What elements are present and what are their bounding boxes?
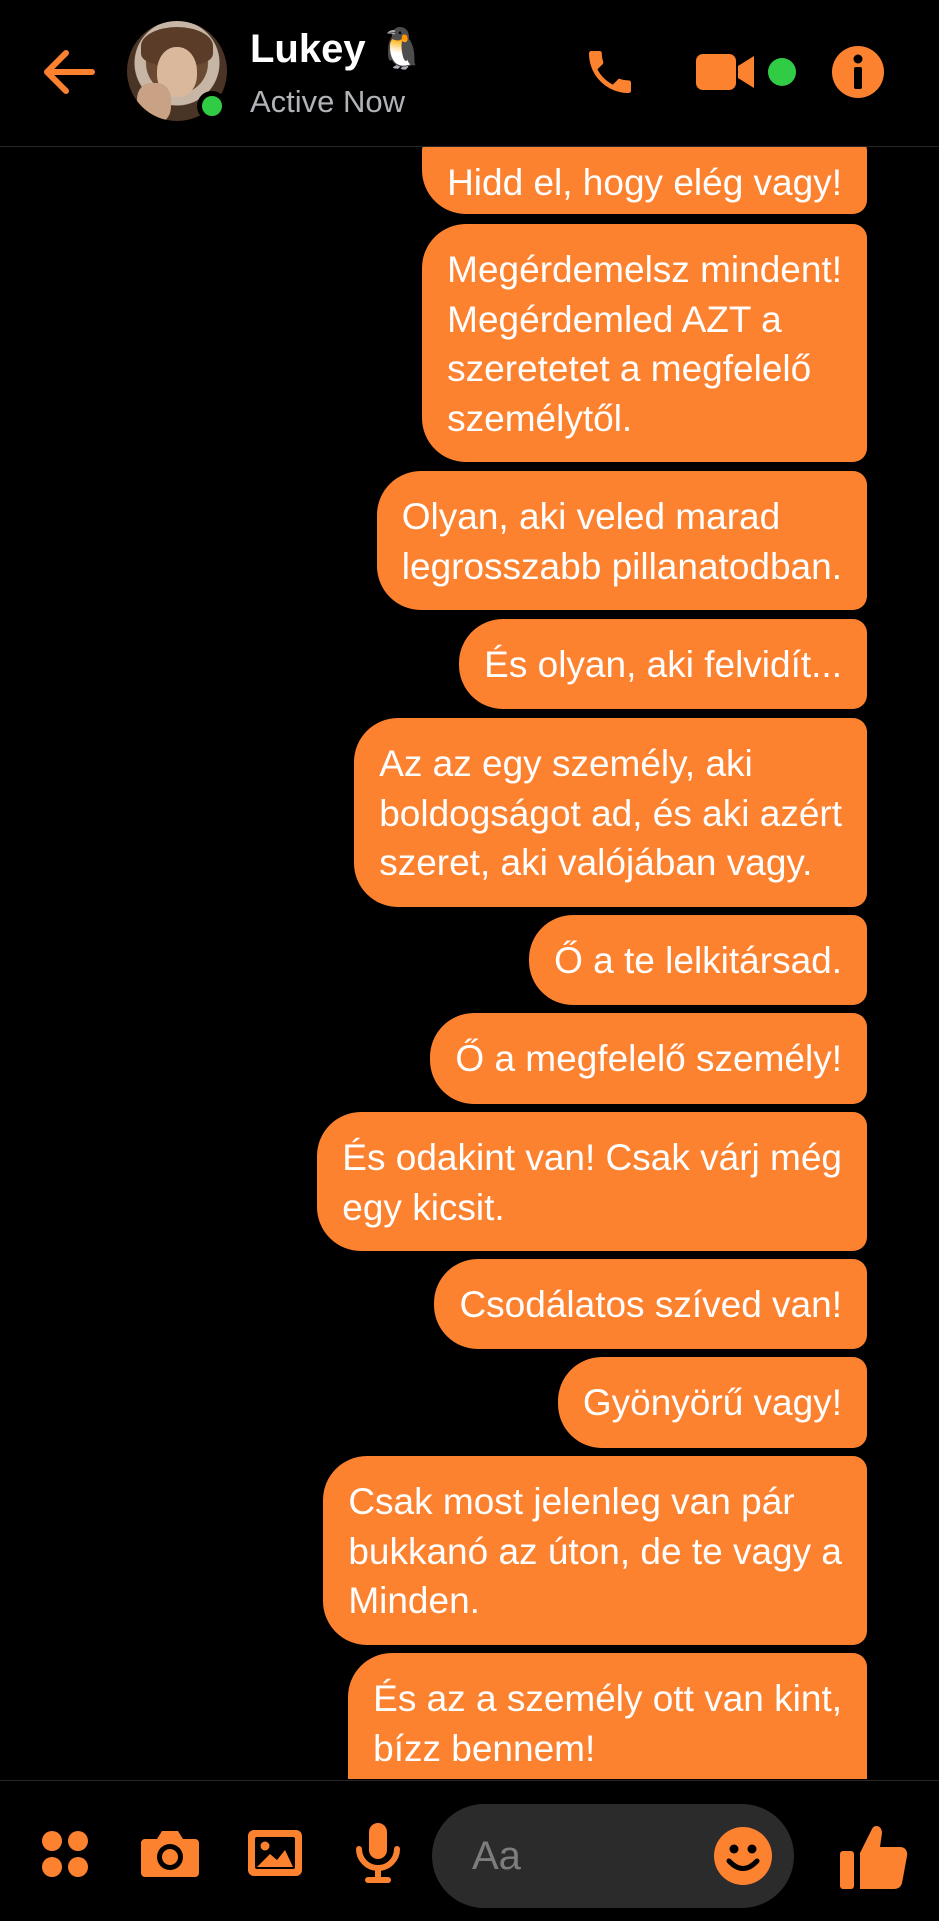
back-arrow-icon [44,50,95,94]
camera-icon [141,1831,199,1877]
apps-menu-icon [42,1831,88,1877]
contact-avatar[interactable] [127,21,227,121]
message-bubble[interactable]: Ő a megfelelő személy! [430,1013,867,1104]
like-button[interactable] [836,1819,912,1895]
message-bubble[interactable]: Ő a te lelkitársad. [529,915,867,1005]
camera-button[interactable] [138,1823,202,1883]
message-composer: Aa [0,1780,939,1921]
message-bubble[interactable]: Csak most jelenleg van pár bukkanó az út… [323,1456,867,1645]
message-bubble[interactable]: Olyan, aki veled marad legrosszabb pilla… [376,471,867,610]
contact-name[interactable]: Lukey 🐧 [250,26,427,72]
message-input-placeholder: Aa [472,1834,521,1878]
message-bubble[interactable]: Gyönyörű vagy! [557,1357,867,1448]
voice-call-button[interactable] [578,42,642,102]
video-call-button[interactable] [694,48,758,96]
phone-icon [589,51,631,93]
message-bubble[interactable]: Csodálatos szíved van! [434,1259,867,1349]
microphone-icon [356,1823,400,1883]
message-bubble[interactable]: És odakint van! Csak várj még egy kicsit… [317,1112,867,1251]
thumbs-up-icon [840,1825,908,1889]
message-bubble[interactable]: Az az egy személy, aki boldogságot ad, é… [354,718,867,907]
more-actions-button[interactable] [36,1825,94,1883]
chat-header: Lukey 🐧 Active Now [0,0,939,147]
voice-message-button[interactable] [350,1819,406,1887]
message-bubble[interactable]: Megérdemelsz mindent! Megérdemled AZT a … [422,224,867,462]
back-button[interactable] [38,44,100,100]
message-bubble[interactable]: Hidd el, hogy elég vagy! [422,147,867,214]
info-icon [832,46,884,98]
emoji-button[interactable] [712,1825,774,1887]
emoji-icon [714,1827,772,1885]
online-status-dot [197,91,227,121]
active-status: Active Now [250,84,406,119]
message-bubble[interactable]: És olyan, aki felvidít... [459,619,867,709]
video-camera-icon [696,54,754,90]
message-list[interactable]: Hidd el, hogy elég vagy! Megérdemelsz mi… [0,147,939,1779]
message-bubble[interactable]: És az a személy ott van kint, bízz benne… [348,1653,867,1779]
gallery-button[interactable] [244,1823,306,1883]
video-active-dot [768,58,796,86]
gallery-icon [248,1830,302,1876]
info-button[interactable] [830,44,886,100]
